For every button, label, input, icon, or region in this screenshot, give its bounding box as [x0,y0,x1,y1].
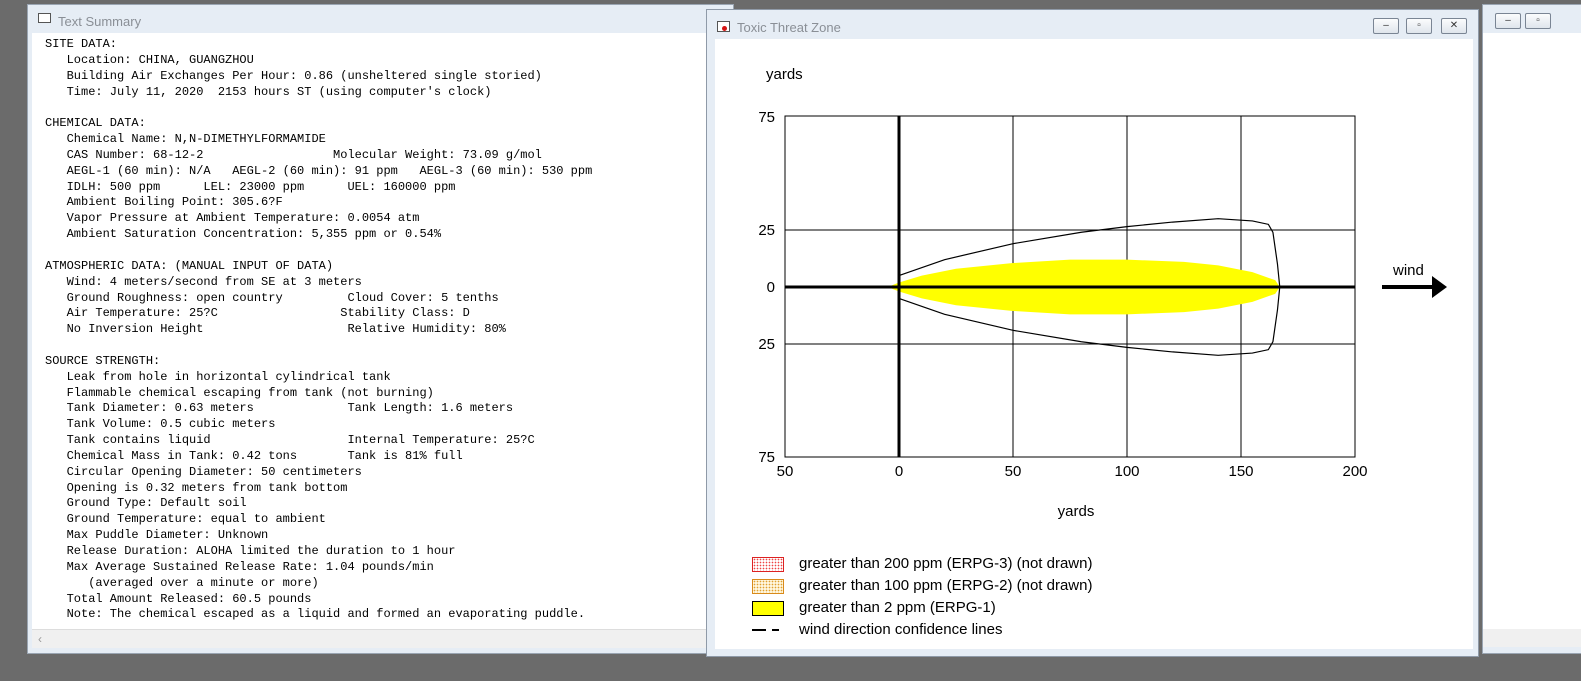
legend-label: wind direction confidence lines [799,621,1003,638]
summary-line: Flammable chemical escaping from tank (n… [45,385,434,400]
y-axis-label: yards [766,66,803,83]
x-tick-label: 200 [1342,463,1367,480]
legend-label: greater than 2 ppm (ERPG-1) [799,599,996,616]
y-tick-label: 0 [767,279,775,296]
summary-line: Ambient Boiling Point: 305.6?F [45,195,283,210]
scroll-left-icon[interactable]: ‹ [38,632,42,646]
y-tick-label: 75 [758,109,775,126]
maximize-icon: ▫ [1417,20,1421,31]
maximize-button[interactable]: ▫ [1525,13,1551,29]
summary-line: CHEMICAL DATA: [45,116,146,131]
wind-label: wind [1392,262,1424,279]
summary-line: Total Amount Released: 60.5 pounds [45,591,312,606]
summary-line: Tank Volume: 0.5 cubic meters [45,417,276,432]
x-tick-label: 0 [895,463,903,480]
legend-swatch-wind [752,629,784,631]
summary-line: Leak from hole in horizontal cylindrical… [45,369,391,384]
summary-line: SITE DATA: [45,37,118,51]
window-app-icon [38,13,51,23]
maximize-button[interactable]: ▫ [1406,18,1432,34]
summary-line: CAS Number: 68-12-2 Molecular Weight: 73… [45,147,542,162]
summary-line: Release Duration: ALOHA limited the dura… [45,544,456,558]
summary-line: Note: The chemical escaped as a liquid a… [45,607,586,622]
summary-text: SITE DATA: Location: CHINA, GUANGZHOU Bu… [32,33,733,623]
legend-swatch-erpg1 [752,601,784,616]
horizontal-scrollbar[interactable]: ‹ [32,629,733,648]
summary-line: Building Air Exchanges Per Hour: 0.86 (u… [45,68,542,83]
maximize-icon: ▫ [1536,15,1540,26]
summary-line: Tank Diameter: 0.63 meters Tank Length: … [45,401,514,416]
summary-line: (averaged over a minute or more) [45,575,319,590]
summary-line: Location: CHINA, GUANGZHOU [45,52,254,67]
summary-line: ATMOSPHERIC DATA: (MANUAL INPUT OF DATA) [45,258,334,273]
text-summary-titlebar[interactable]: Text Summary [28,5,733,33]
summary-line: SOURCE STRENGTH: [45,353,161,368]
summary-line: Max Average Sustained Release Rate: 1.04… [45,559,434,574]
summary-line: Tank contains liquid Internal Temperatur… [45,433,535,448]
y-tick-label: 25 [758,222,775,239]
summary-line: Chemical Name: N,N-DIMETHYLFORMAMIDE [45,132,326,147]
x-tick-label: 100 [1114,463,1139,480]
minimize-button[interactable]: – [1373,18,1399,34]
threat-zone-titlebar[interactable]: Toxic Threat Zone – ▫ ✕ [707,10,1478,38]
summary-line: Air Temperature: 25?C Stability Class: D [45,306,470,321]
threat-window-title: Toxic Threat Zone [737,20,841,35]
threat-zone-content: yards yards 50 0 50 100 150 200 75 25 0 25 75 wind… [715,39,1473,649]
x-tick-label: 50 [777,463,794,480]
threat-zone-plot: yards yards 50 0 50 100 150 200 75 25 0 25 75 wind [758,66,1447,520]
toxic-threat-zone-window: Toxic Threat Zone – ▫ ✕ yards yards 50 0 5… [706,9,1479,657]
summary-line: Wind: 4 meters/second from SE at 3 meter… [45,274,362,289]
summary-line: Max Puddle Diameter: Unknown [45,528,269,543]
threat-window-icon [717,21,730,32]
y-tick-label: 75 [758,449,775,466]
wind-arrow-icon [1382,276,1447,298]
summary-line: IDLH: 500 ppm LEL: 23000 ppm UEL: 160000… [45,179,456,194]
background-window: – ▫ [1482,4,1581,654]
legend-swatch-erpg2 [752,579,784,594]
minimize-icon: – [1383,20,1389,31]
minimize-icon: – [1505,15,1511,26]
legend-swatch-erpg3 [752,557,784,572]
summary-content[interactable]: SITE DATA: Location: CHINA, GUANGZHOU Bu… [32,33,733,629]
legend-label: greater than 100 ppm (ERPG-2) (not drawn… [799,577,1093,594]
background-window-content [1483,33,1581,629]
minimize-button[interactable]: – [1495,13,1521,29]
x-tick-label: 50 [1005,463,1022,480]
window-title: Text Summary [58,14,142,29]
summary-line: Ground Type: Default soil [45,496,247,511]
x-tick-label: 150 [1228,463,1253,480]
summary-line: Opening is 0.32 meters from tank bottom [45,480,348,495]
text-summary-window: Text Summary SITE DATA: Location: CHINA,… [27,4,734,654]
summary-line: No Inversion Height Relative Humidity: 8… [45,322,506,337]
summary-line: Chemical Mass in Tank: 0.42 tons Tank is… [45,448,463,463]
x-axis-label: yards [1058,503,1095,520]
y-tick-label: 25 [758,336,775,353]
summary-line: AEGL-1 (60 min): N/A AEGL-2 (60 min): 91… [45,163,593,178]
summary-line: Ground Roughness: open country Cloud Cov… [45,290,499,305]
summary-line: Ambient Saturation Concentration: 5,355 … [45,227,442,242]
summary-line: Ground Temperature: equal to ambient [45,512,326,527]
legend-label: greater than 200 ppm (ERPG-3) (not drawn… [799,555,1093,572]
close-button[interactable]: ✕ [1441,18,1467,34]
background-scrollbar[interactable] [1483,629,1581,647]
close-icon: ✕ [1449,20,1459,31]
summary-line: Time: July 11, 2020 2153 hours ST (using… [45,84,492,99]
summary-line: Circular Opening Diameter: 50 centimeter… [45,464,362,479]
summary-line: Vapor Pressure at Ambient Temperature: 0… [45,211,420,226]
